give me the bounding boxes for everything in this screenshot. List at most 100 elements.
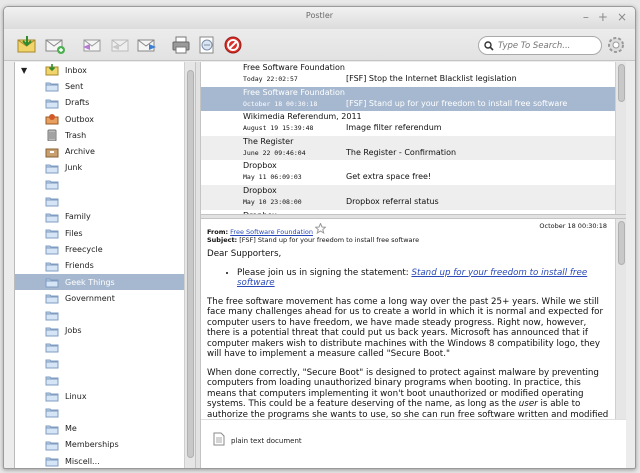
message-row[interactable]: Dropbox May 11 06:09:03 Get extra space fr… — [201, 160, 615, 185]
compose-button[interactable] — [44, 34, 66, 56]
view-source-button[interactable] — [196, 34, 218, 56]
sidebar-item[interactable]: Freecycle — [15, 241, 184, 257]
sidebar-item-label: Freecycle — [65, 244, 103, 254]
sidebar-item-label: Me — [65, 424, 77, 434]
message-subject: Get extra space free! — [346, 172, 432, 182]
attachment-label[interactable]: plain text document — [231, 437, 302, 445]
sidebar-item[interactable]: Files — [15, 225, 184, 241]
reply-all-button[interactable] — [108, 34, 130, 56]
sidebar-item[interactable]: Sent — [15, 78, 184, 94]
close-window-button[interactable]: × — [617, 10, 627, 24]
sidebar-item[interactable] — [15, 355, 184, 371]
from-label: From: — [207, 228, 229, 236]
sidebar-item[interactable]: Me — [15, 421, 184, 437]
folder-icon — [45, 425, 59, 435]
message-subject: [FSF] Stand up for your freedom to insta… — [346, 98, 568, 108]
message-row[interactable]: Dropbox May 10 23:08:00 Dropbox referral s… — [201, 184, 615, 210]
sidebar-item[interactable]: Government — [15, 290, 184, 306]
sidebar-item-label: Government — [65, 293, 115, 303]
message-list-scrollbar[interactable] — [615, 62, 626, 214]
receive-mail-icon — [17, 36, 36, 53]
message-sender: Free Software Foundation — [243, 87, 345, 97]
sidebar-item-label: Miscell... — [65, 456, 100, 466]
sidebar-item[interactable] — [15, 306, 184, 322]
message-subject: Dropbox referral status — [346, 196, 439, 206]
text-document-icon[interactable] — [213, 432, 225, 446]
sidebar-scroll-thumb[interactable] — [187, 70, 194, 458]
sidebar-item[interactable]: Trash — [15, 127, 184, 143]
folder-icon — [45, 180, 59, 190]
bullet-text: Please join us in signing the statement: — [237, 267, 412, 278]
reply-icon — [83, 39, 101, 52]
message-row[interactable]: Free Software Foundation October 18 00:30… — [201, 86, 615, 112]
folder-icon — [45, 392, 59, 402]
folder-icon — [45, 408, 59, 418]
search-input[interactable] — [498, 40, 594, 51]
sidebar-item[interactable] — [15, 372, 184, 388]
receive-mail-button[interactable] — [16, 34, 38, 56]
sidebar-item[interactable] — [15, 192, 184, 208]
outbox-icon — [45, 114, 59, 125]
reply-button[interactable] — [80, 34, 102, 56]
folder-icon — [45, 294, 59, 304]
message-date-short: October 18 00:30:18 — [243, 99, 318, 108]
folder-icon — [45, 262, 59, 272]
sidebar-item[interactable]: Jobs — [15, 323, 184, 339]
from-link[interactable]: Free Software Foundation — [230, 228, 313, 236]
sidebar-item-label: Outbox — [65, 114, 94, 124]
subject-line: Subject: [FSF] Stand up for your freedom… — [207, 236, 419, 244]
sidebar-item[interactable]: Junk — [15, 160, 184, 176]
subject-value: [FSF] Stand up for your freedom to insta… — [239, 236, 420, 244]
message-preview: From: Free Software Foundation Subject: … — [201, 219, 615, 419]
sidebar-item[interactable]: Friends — [15, 258, 184, 274]
sidebar-scrollbar[interactable] — [184, 62, 195, 468]
message-date-short: Today 22:02:57 — [243, 75, 298, 83]
minimize-button[interactable]: – — [583, 10, 589, 24]
sidebar-item-label: Files — [65, 228, 83, 238]
sidebar-item-label: Inbox — [65, 65, 87, 75]
search-box[interactable] — [478, 36, 602, 55]
sidebar-item[interactable]: Linux — [15, 388, 184, 404]
attachment-bar: plain text document — [201, 419, 626, 468]
bullet-list: Please join us in signing the statement:… — [237, 268, 609, 289]
app-menu-button[interactable] — [605, 34, 627, 56]
message-row[interactable]: Free Software Foundation Today 22:02:57 [F… — [201, 62, 615, 87]
sidebar-item[interactable] — [15, 404, 184, 420]
print-button[interactable] — [170, 34, 192, 56]
sidebar-item[interactable] — [15, 339, 184, 355]
message-row[interactable]: Wikimedia Referendum, 2011 August 19 15:3… — [201, 111, 615, 136]
sidebar-item[interactable]: Drafts — [15, 95, 184, 111]
message-sender: Wikimedia Referendum, 2011 — [243, 112, 362, 122]
message-list-scroll-thumb[interactable] — [618, 64, 625, 102]
inbox-icon — [45, 64, 59, 76]
paragraph-2-emphasis: user — [518, 399, 538, 409]
expander-arrow-icon[interactable]: ▼ — [21, 66, 27, 75]
sidebar-item[interactable]: Outbox — [15, 111, 184, 127]
sidebar-item[interactable] — [15, 176, 184, 192]
message-subject: Image filter referendum — [346, 123, 442, 133]
message-scrollbar[interactable] — [615, 219, 626, 419]
sidebar-item[interactable]: Archive — [15, 143, 184, 159]
search-icon — [484, 40, 494, 51]
sidebar-item[interactable]: Family — [15, 209, 184, 225]
sidebar-item[interactable]: ▼ Inbox — [15, 62, 184, 78]
toolbar — [4, 29, 635, 61]
maximize-button[interactable]: + — [598, 10, 608, 24]
message-date-short: August 19 15:39:48 — [243, 124, 314, 133]
window-title: Postler — [305, 11, 334, 20]
message-list: Free Software Foundation Today 22:02:57 [F… — [201, 62, 615, 214]
message-scroll-thumb[interactable] — [618, 221, 625, 265]
printer-icon — [172, 36, 190, 54]
sidebar-item[interactable]: Memberships — [15, 437, 184, 453]
sidebar-item[interactable]: Miscell... — [15, 453, 184, 468]
greeting: Dear Supporters, — [207, 249, 282, 259]
message-row[interactable]: The Register June 22 09:46:04 The Register… — [201, 135, 615, 161]
bullet-item: Please join us in signing the statement:… — [237, 268, 609, 289]
forward-button[interactable] — [136, 34, 158, 56]
delete-button[interactable] — [222, 34, 244, 56]
sidebar-item[interactable]: Geek Things — [15, 273, 184, 291]
star-icon[interactable] — [315, 223, 326, 234]
folder-icon — [45, 343, 59, 353]
message-date-short: May 11 06:09:03 — [243, 173, 302, 182]
sidebar-item-label: Junk — [65, 163, 83, 173]
